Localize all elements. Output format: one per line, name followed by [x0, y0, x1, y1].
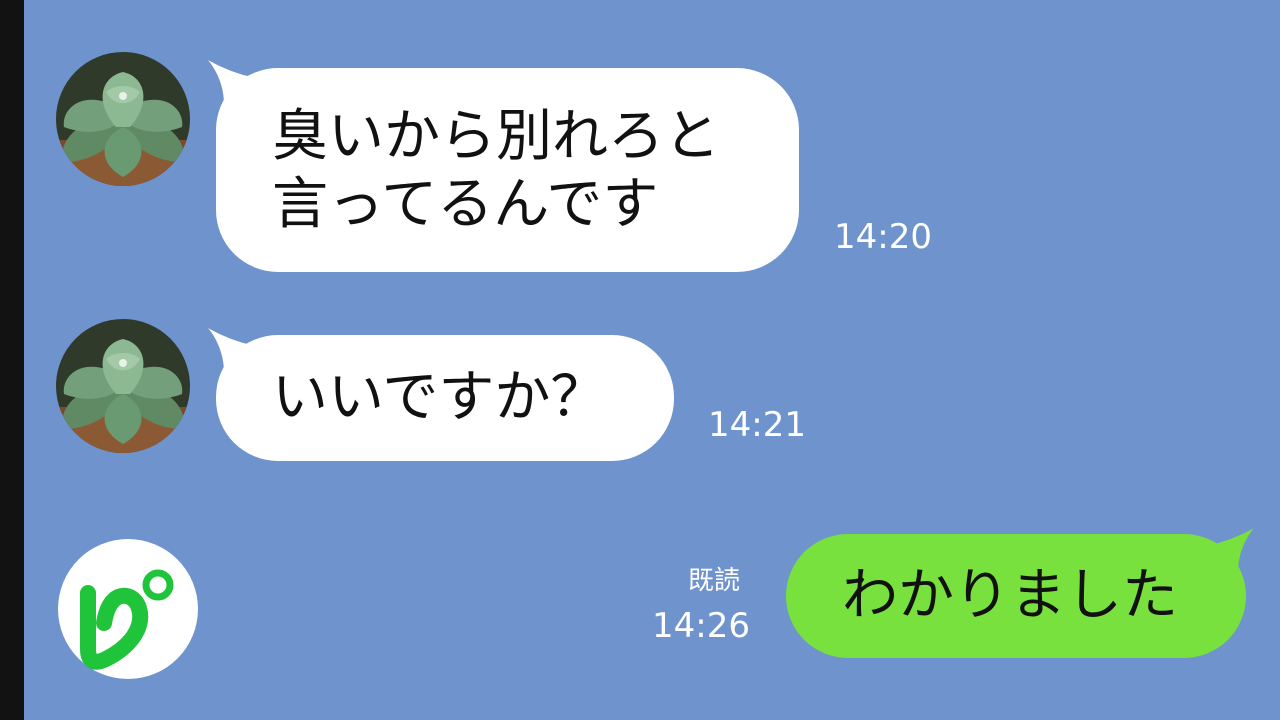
succulent-plant-avatar	[56, 319, 190, 453]
contact-avatar[interactable]	[56, 319, 190, 453]
pi-logo-icon	[58, 539, 198, 679]
read-receipt: 既読	[688, 566, 741, 596]
message-text: いいですか？	[272, 365, 607, 430]
message-text: 言ってるんです	[272, 172, 659, 237]
succulent-plant-avatar	[56, 52, 190, 186]
message-timestamp: 14:26	[652, 606, 750, 646]
phone-bezel	[0, 0, 24, 720]
message-timestamp: 14:21	[708, 405, 806, 445]
message-text: 臭いから別れろと	[272, 104, 720, 169]
message-bubble-outgoing[interactable]: わかりました	[786, 534, 1246, 658]
message-bubble-incoming[interactable]: 臭いから別れろと 言ってるんです	[216, 68, 799, 272]
message-bubble-incoming[interactable]: いいですか？	[216, 335, 674, 461]
contact-avatar[interactable]	[56, 52, 190, 186]
message-timestamp: 14:20	[834, 217, 932, 257]
message-text: わかりました	[842, 563, 1178, 628]
